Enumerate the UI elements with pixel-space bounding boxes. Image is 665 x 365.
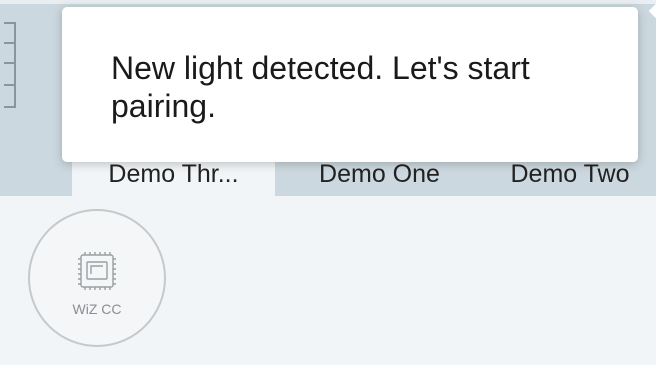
screen-edge bbox=[656, 0, 665, 365]
header-top-strip bbox=[0, 0, 656, 4]
device-label: WiZ CC bbox=[72, 301, 122, 317]
glyph-line bbox=[4, 106, 16, 108]
glyph-line bbox=[4, 84, 16, 86]
glyph-line bbox=[4, 42, 16, 44]
notification-toast[interactable]: New light detected. Let's start pairing. bbox=[62, 0, 665, 162]
floor-plan-icon[interactable] bbox=[4, 22, 28, 108]
glyph-line bbox=[4, 22, 16, 24]
glyph-line bbox=[14, 22, 16, 108]
tab-label: Demo One bbox=[319, 160, 440, 188]
toast-message: New light detected. Let's start pairing. bbox=[111, 50, 530, 124]
chip-icon bbox=[78, 252, 116, 290]
glyph-line bbox=[4, 62, 16, 64]
device-tile-wiz-cc[interactable]: WiZ CC bbox=[28, 209, 166, 347]
tab-label: Demo Two bbox=[510, 160, 630, 188]
tab-label: Demo Thr... bbox=[108, 160, 239, 188]
